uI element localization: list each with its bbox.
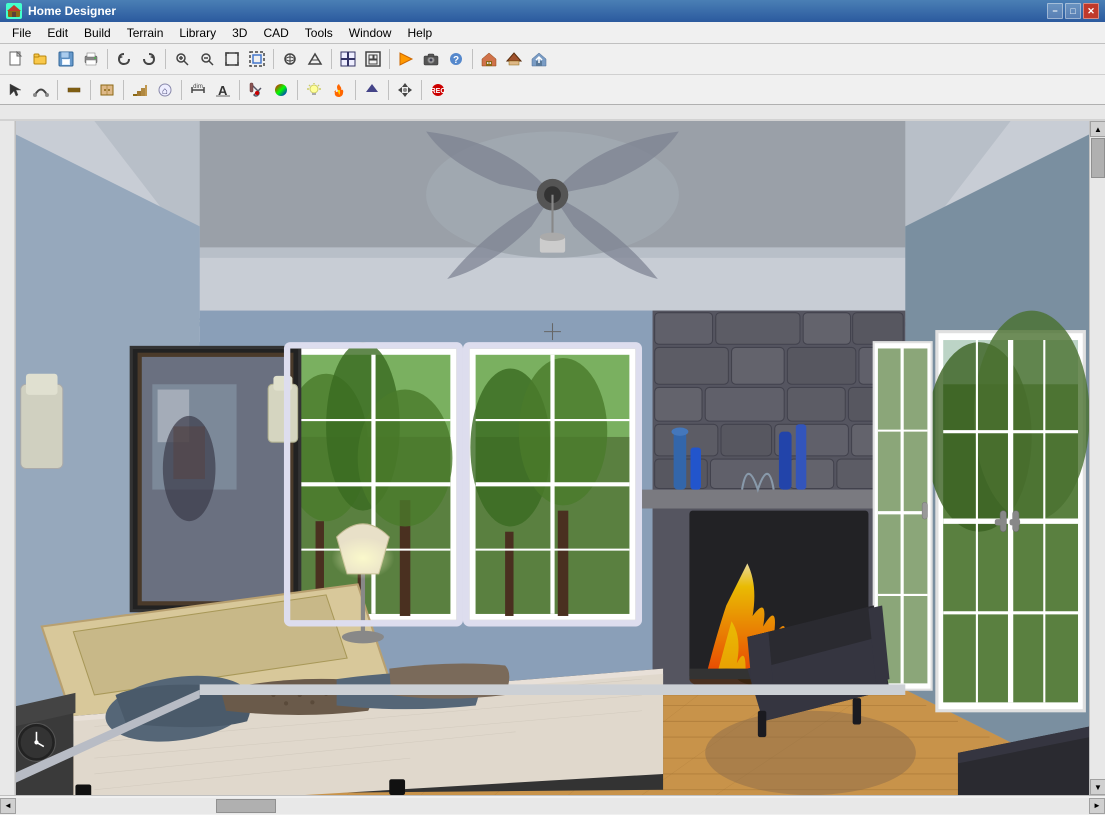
stair-tool[interactable] [128,78,152,102]
zoom-box-button[interactable] [245,47,269,71]
select-tool[interactable] [4,78,28,102]
separator-t2-7 [355,80,356,100]
viewport[interactable] [16,121,1089,795]
menu-item-terrain[interactable]: Terrain [119,22,172,43]
wall-tool[interactable] [62,78,86,102]
separator-t2-8 [388,80,389,100]
separator-t2-2 [90,80,91,100]
svg-text:REC: REC [431,88,446,95]
print-button[interactable] [79,47,103,71]
separator-t2-4 [181,80,182,100]
left-ruler [0,121,16,795]
scroll-down-button[interactable]: ▼ [1090,779,1105,795]
scroll-track-right [1090,137,1105,779]
main-area: ▲ ▼ [0,121,1105,795]
bottom-area: ◄ ► [0,795,1105,815]
move-tool[interactable] [393,78,417,102]
symbol-tool[interactable]: ⌂ [153,78,177,102]
cross-section-button[interactable] [336,47,360,71]
separator-2 [165,49,166,69]
save-button[interactable] [54,47,78,71]
separator-t2-9 [421,80,422,100]
separator-t2-3 [123,80,124,100]
separator-t2-6 [297,80,298,100]
orbit-button[interactable] [278,47,302,71]
menu-item-build[interactable]: Build [76,22,119,43]
text-tool[interactable]: A [211,78,235,102]
window-title: Home Designer [28,4,1047,18]
floor-plan-button[interactable] [361,47,385,71]
camera-button[interactable] [419,47,443,71]
scroll-up-button[interactable]: ▲ [1090,121,1105,137]
menu-item-help[interactable]: Help [399,22,440,43]
question-button[interactable]: ? [444,47,468,71]
arc-tool[interactable] [29,78,53,102]
export-button[interactable] [527,47,551,71]
separator-3 [273,49,274,69]
separator-6 [472,49,473,69]
minimize-button[interactable]: − [1047,3,1063,19]
cabinet-tool[interactable] [95,78,119,102]
toolbar-area: ? ⌂ [0,44,1105,105]
paint-tool[interactable] [244,78,268,102]
menu-item-tools[interactable]: Tools [297,22,341,43]
redo-button[interactable] [137,47,161,71]
roof-button[interactable] [502,47,526,71]
toolbar-1: ? [0,44,1105,74]
menu-item-cad[interactable]: CAD [255,22,296,43]
scroll-thumb-bottom[interactable] [216,799,276,813]
separator-5 [389,49,390,69]
fire-tool[interactable] [327,78,351,102]
top-ruler: // ruler ticks [0,105,1105,121]
elevation-button[interactable] [303,47,327,71]
close-button[interactable]: ✕ [1083,3,1099,19]
menu-item-3d[interactable]: 3D [224,22,255,43]
svg-text:dim: dim [193,84,203,90]
render-button[interactable] [394,47,418,71]
svg-text:⌂: ⌂ [162,86,168,97]
menu-bar: File Edit Build Terrain Library 3D CAD T… [0,22,1105,44]
svg-text:?: ? [453,55,459,66]
new-button[interactable] [4,47,28,71]
separator-t2-5 [239,80,240,100]
title-bar: Home Designer − □ ✕ [0,0,1105,22]
scroll-thumb-right[interactable] [1091,138,1105,178]
separator-1 [107,49,108,69]
maximize-button[interactable]: □ [1065,3,1081,19]
undo-button[interactable] [112,47,136,71]
app-icon [6,3,22,19]
menu-item-edit[interactable]: Edit [39,22,76,43]
toolbar-2: ⌂ dim A REC [0,74,1105,104]
house-icon-button[interactable] [477,47,501,71]
dimension-tool[interactable]: dim [186,78,210,102]
zoom-fit-button[interactable] [220,47,244,71]
light-tool[interactable] [302,78,326,102]
menu-item-library[interactable]: Library [171,22,224,43]
record-button[interactable]: REC [426,78,450,102]
arrow-up-button[interactable] [360,78,384,102]
menu-item-window[interactable]: Window [341,22,400,43]
zoom-out-button[interactable] [195,47,219,71]
right-scrollbar[interactable]: ▲ ▼ [1089,121,1105,795]
material-tool[interactable] [269,78,293,102]
zoom-in-button[interactable] [170,47,194,71]
separator-t2-1 [57,80,58,100]
separator-4 [331,49,332,69]
open-button[interactable] [29,47,53,71]
window-controls: − □ ✕ [1047,3,1099,19]
menu-item-file[interactable]: File [4,22,39,43]
